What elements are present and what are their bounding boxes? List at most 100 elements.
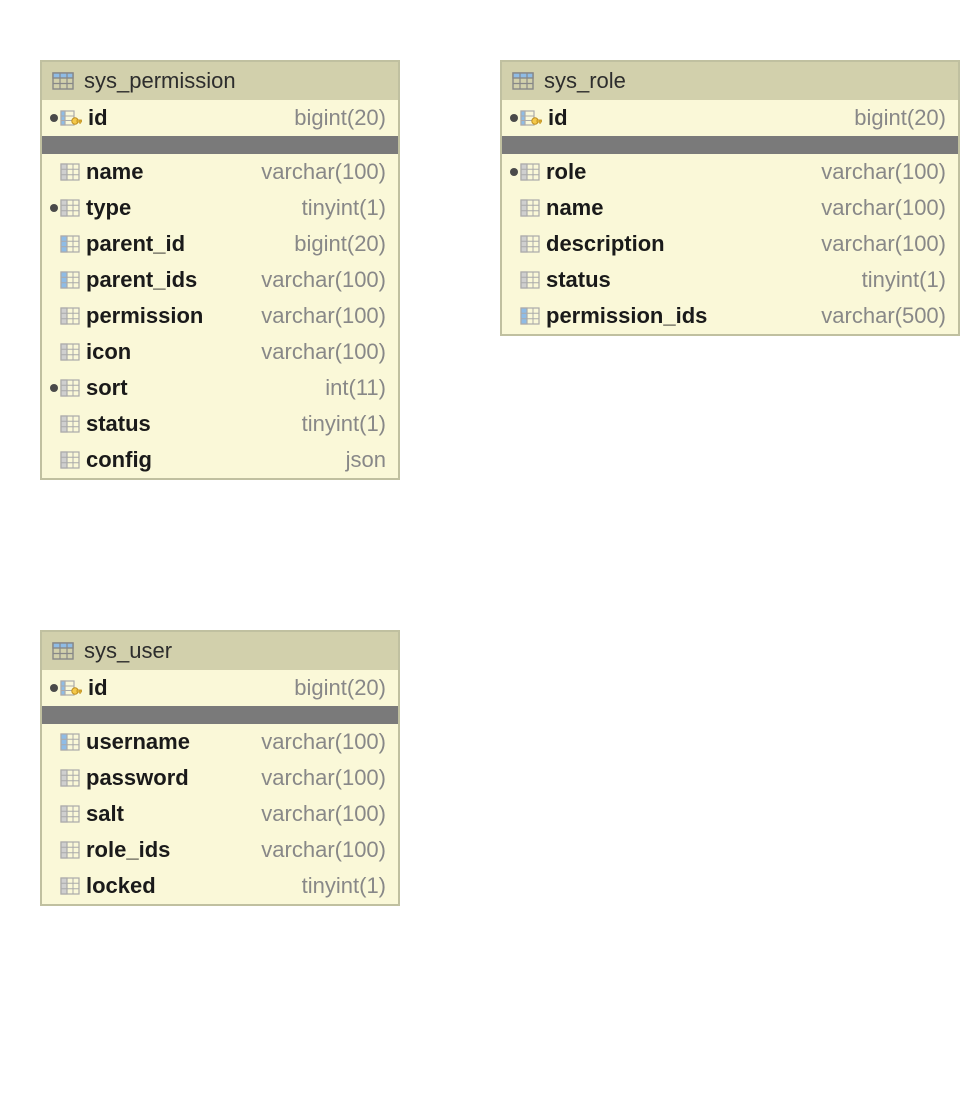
nullable-spacer	[50, 882, 58, 890]
column-name: status	[86, 411, 151, 437]
column-row: parent_ids varchar(100)	[42, 262, 398, 298]
primary-key-row: id bigint(20)	[42, 100, 398, 136]
column-icon	[60, 415, 80, 433]
nullable-spacer	[50, 420, 58, 428]
nullable-spacer	[50, 312, 58, 320]
column-row: name varchar(100)	[502, 190, 958, 226]
column-type: tinyint(1)	[302, 195, 386, 221]
column-icon	[60, 235, 80, 253]
not-null-dot	[510, 168, 518, 176]
column-icon	[60, 805, 80, 823]
column-type: bigint(20)	[854, 105, 946, 131]
column-icon	[520, 163, 540, 181]
not-null-dot	[510, 114, 518, 122]
not-null-dot	[50, 684, 58, 692]
column-type: varchar(100)	[261, 303, 386, 329]
nullable-spacer	[50, 348, 58, 356]
column-name: name	[86, 159, 143, 185]
column-row: sort int(11)	[42, 370, 398, 406]
column-icon	[520, 307, 540, 325]
column-row: status tinyint(1)	[42, 406, 398, 442]
column-icon	[60, 343, 80, 361]
nullable-spacer	[510, 204, 518, 212]
column-name: permission	[86, 303, 203, 329]
key-icon	[520, 108, 542, 128]
primary-key-row: id bigint(20)	[502, 100, 958, 136]
column-name: id	[88, 105, 108, 131]
column-icon	[60, 163, 80, 181]
nullable-spacer	[50, 276, 58, 284]
column-name: description	[546, 231, 665, 257]
column-row: description varchar(100)	[502, 226, 958, 262]
table-sys-role: sys_role id bigint(20) role varchar(100)…	[500, 60, 960, 336]
column-name: icon	[86, 339, 131, 365]
nullable-spacer	[50, 456, 58, 464]
nullable-spacer	[510, 276, 518, 284]
nullable-spacer	[50, 738, 58, 746]
key-icon	[60, 678, 82, 698]
column-name: name	[546, 195, 603, 221]
table-header: sys_role	[502, 62, 958, 100]
column-type: varchar(500)	[821, 303, 946, 329]
key-icon	[60, 108, 82, 128]
column-name: type	[86, 195, 131, 221]
column-type: json	[346, 447, 386, 473]
column-name: parent_ids	[86, 267, 197, 293]
column-row: config json	[42, 442, 398, 478]
column-name: parent_id	[86, 231, 185, 257]
column-row: role_ids varchar(100)	[42, 832, 398, 868]
column-icon	[60, 199, 80, 217]
column-row: username varchar(100)	[42, 724, 398, 760]
column-name: config	[86, 447, 152, 473]
column-type: varchar(100)	[261, 339, 386, 365]
table-icon	[52, 72, 74, 90]
column-name: password	[86, 765, 189, 791]
column-type: varchar(100)	[821, 159, 946, 185]
not-null-dot	[50, 114, 58, 122]
column-name: id	[88, 675, 108, 701]
column-name: role	[546, 159, 586, 185]
column-icon	[520, 271, 540, 289]
column-row: permission_ids varchar(500)	[502, 298, 958, 334]
column-type: varchar(100)	[261, 765, 386, 791]
table-sys-user: sys_user id bigint(20) username varchar(…	[40, 630, 400, 906]
column-name: id	[548, 105, 568, 131]
column-icon	[60, 379, 80, 397]
section-divider	[42, 706, 398, 724]
column-row: salt varchar(100)	[42, 796, 398, 832]
column-type: varchar(100)	[821, 231, 946, 257]
nullable-spacer	[50, 774, 58, 782]
column-icon	[60, 841, 80, 859]
column-type: varchar(100)	[261, 729, 386, 755]
column-row: role varchar(100)	[502, 154, 958, 190]
column-row: locked tinyint(1)	[42, 868, 398, 904]
not-null-dot	[50, 204, 58, 212]
column-type: int(11)	[325, 375, 386, 401]
table-sys-permission: sys_permission id bigint(20) name varcha…	[40, 60, 400, 480]
table-title: sys_role	[544, 68, 626, 94]
column-name: username	[86, 729, 190, 755]
column-name: locked	[86, 873, 156, 899]
column-type: bigint(20)	[294, 231, 386, 257]
column-icon	[60, 451, 80, 469]
column-row: name varchar(100)	[42, 154, 398, 190]
column-type: varchar(100)	[261, 267, 386, 293]
table-title: sys_permission	[84, 68, 236, 94]
column-name: status	[546, 267, 611, 293]
column-icon	[60, 769, 80, 787]
nullable-spacer	[50, 240, 58, 248]
nullable-spacer	[510, 312, 518, 320]
column-row: permission varchar(100)	[42, 298, 398, 334]
column-type: tinyint(1)	[302, 873, 386, 899]
table-header: sys_permission	[42, 62, 398, 100]
column-row: password varchar(100)	[42, 760, 398, 796]
table-title: sys_user	[84, 638, 172, 664]
column-row: status tinyint(1)	[502, 262, 958, 298]
column-type: bigint(20)	[294, 105, 386, 131]
column-type: varchar(100)	[261, 159, 386, 185]
not-null-dot	[50, 384, 58, 392]
column-row: parent_id bigint(20)	[42, 226, 398, 262]
column-name: role_ids	[86, 837, 170, 863]
column-icon	[60, 877, 80, 895]
nullable-spacer	[50, 810, 58, 818]
